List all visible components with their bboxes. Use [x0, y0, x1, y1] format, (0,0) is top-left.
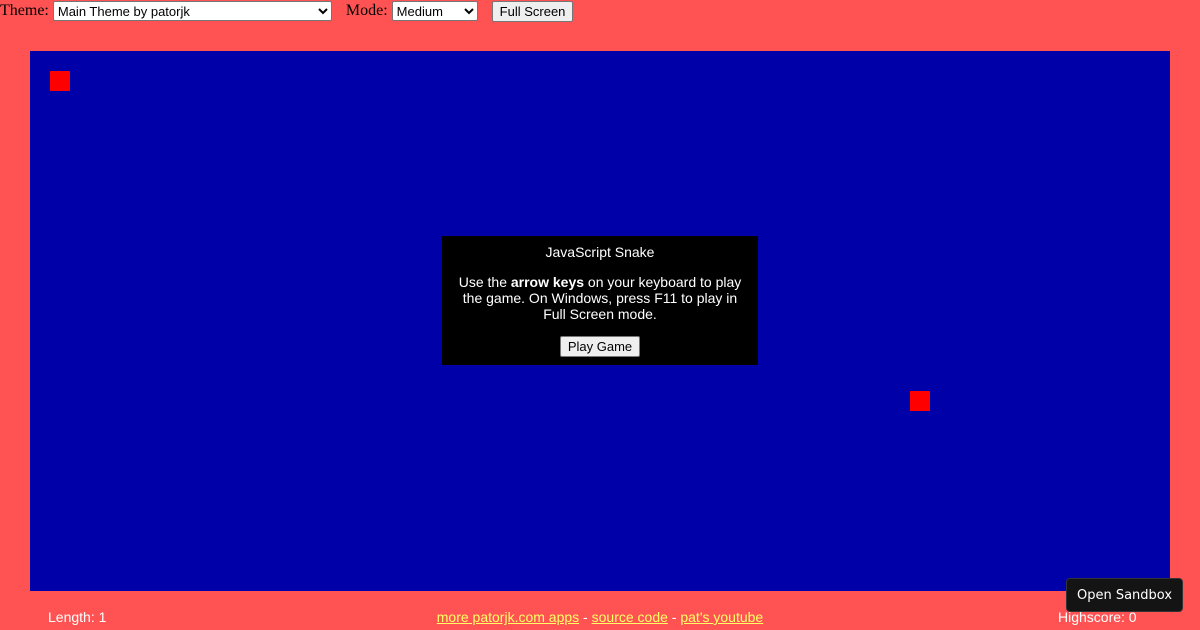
- mode-label: Mode:: [345, 2, 388, 19]
- link-separator: -: [579, 609, 592, 625]
- game-board[interactable]: JavaScript Snake Use the arrow keys on y…: [30, 51, 1170, 591]
- more-apps-link[interactable]: more patorjk.com apps: [437, 609, 579, 625]
- open-sandbox-button[interactable]: Open Sandbox: [1066, 578, 1183, 612]
- instructions-prefix: Use the: [458, 274, 511, 290]
- play-game-button[interactable]: Play Game: [559, 336, 641, 357]
- toolbar: Theme: Main Theme by patorjk Mode: Mediu…: [0, 0, 574, 22]
- snake-head: [50, 71, 70, 91]
- dialog-title: JavaScript Snake: [545, 244, 655, 260]
- food-block: [910, 391, 930, 411]
- welcome-dialog: JavaScript Snake Use the arrow keys on y…: [442, 236, 758, 365]
- youtube-link[interactable]: pat's youtube: [680, 609, 763, 625]
- footer-links: more patorjk.com apps - source code - pa…: [0, 609, 1200, 625]
- dialog-instructions: Use the arrow keys on your keyboard to p…: [456, 274, 744, 322]
- full-screen-button[interactable]: Full Screen: [491, 0, 574, 22]
- source-code-link[interactable]: source code: [592, 609, 668, 625]
- theme-label: Theme:: [0, 2, 49, 19]
- instructions-arrow-keys: arrow keys: [510, 274, 585, 290]
- mode-select[interactable]: Medium: [391, 1, 478, 21]
- link-separator: -: [667, 609, 681, 625]
- footer: Length: 1 more patorjk.com apps - source…: [0, 608, 1200, 628]
- theme-select[interactable]: Main Theme by patorjk: [52, 1, 332, 21]
